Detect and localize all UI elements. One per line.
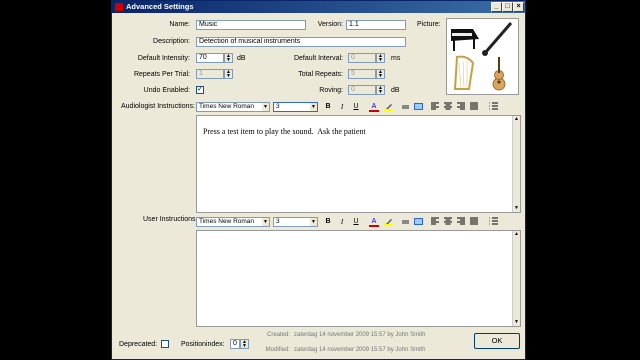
name-field[interactable]: Music xyxy=(196,20,306,30)
bold-button[interactable]: B xyxy=(323,102,333,112)
image-icon[interactable] xyxy=(413,217,423,227)
title-bar[interactable]: Advanced Settings _ □ × xyxy=(112,1,525,13)
image-icon[interactable] xyxy=(413,102,423,112)
roving-field[interactable]: 0 xyxy=(348,85,376,95)
app-icon xyxy=(115,3,123,11)
align-right-icon[interactable] xyxy=(456,217,466,227)
audiologist-text: Press a test item to play the sound. Ask… xyxy=(203,127,368,136)
bold-button[interactable]: B xyxy=(323,217,333,227)
version-field[interactable]: 1.1 xyxy=(346,20,406,30)
roving-spinner[interactable]: ▲ ▼ xyxy=(376,85,385,95)
chevron-down-icon: ▼ xyxy=(310,103,317,111)
audiologist-editor[interactable]: Press a test item to play the sound. Ask… xyxy=(196,115,521,213)
highlight-icon[interactable] xyxy=(383,102,393,112)
user-toolbar: Times New Roman ▼ 3 ▼ B I U A xyxy=(196,216,516,229)
created-value: zaterdag 14 november 2009 15:57 by John … xyxy=(294,332,426,338)
size-select[interactable]: 3 ▼ xyxy=(273,217,318,227)
advanced-settings-window: Advanced Settings _ □ × Name: Music Vers… xyxy=(111,0,526,360)
default-interval-spinner[interactable]: ▲ ▼ xyxy=(376,53,385,63)
italic-button[interactable]: I xyxy=(337,102,347,112)
position-index-label: Positionindex: xyxy=(181,341,225,348)
underline-button[interactable]: U xyxy=(351,217,361,227)
justify-icon[interactable] xyxy=(469,217,479,227)
eraser-icon[interactable] xyxy=(400,102,410,112)
total-repeats-label: Total Repeats: xyxy=(298,71,343,78)
align-left-icon[interactable] xyxy=(430,217,440,227)
intensity-unit: dB xyxy=(237,55,246,62)
audiologist-scrollbar[interactable]: ▲ ▼ xyxy=(512,116,520,212)
align-center-icon[interactable] xyxy=(443,217,453,227)
modified-label: Modified: xyxy=(265,347,290,353)
scroll-down-icon[interactable]: ▼ xyxy=(513,205,520,212)
minimize-button[interactable]: _ xyxy=(491,2,502,12)
repeats-per-trial-label: Repeats Per Trial: xyxy=(133,71,190,78)
font-select-value: Times New Roman xyxy=(199,103,255,110)
maximize-button[interactable]: □ xyxy=(502,2,513,12)
roving-unit: dB xyxy=(391,87,400,94)
eraser-icon[interactable] xyxy=(400,217,410,227)
repeats-per-trial-spinner[interactable]: ▲ ▼ xyxy=(224,69,233,79)
font-color-button[interactable]: A xyxy=(369,217,379,227)
font-select-value: Times New Roman xyxy=(199,218,255,225)
scroll-down-icon[interactable]: ▼ xyxy=(513,319,520,326)
chevron-down-icon: ▼ xyxy=(262,103,269,111)
underline-button[interactable]: U xyxy=(351,102,361,112)
picture-label: Picture: xyxy=(417,21,441,28)
italic-button[interactable]: I xyxy=(337,217,347,227)
total-repeats-spinner[interactable]: ▲ ▼ xyxy=(376,69,385,79)
size-select[interactable]: 3 ▼ xyxy=(273,102,318,112)
total-repeats-field[interactable]: 5 xyxy=(348,69,376,79)
deprecated-label: Deprecated: xyxy=(119,341,158,348)
version-label: Version: xyxy=(317,21,343,28)
interval-unit: ms xyxy=(391,55,401,62)
justify-icon[interactable] xyxy=(469,102,479,112)
user-scrollbar[interactable]: ▲ ▼ xyxy=(512,231,520,326)
scroll-up-icon[interactable]: ▲ xyxy=(513,116,520,123)
align-left-icon[interactable] xyxy=(430,102,440,112)
font-select[interactable]: Times New Roman ▼ xyxy=(196,217,270,227)
undo-enabled-label: Undo Enabled: xyxy=(143,87,190,94)
close-button[interactable]: × xyxy=(513,2,524,12)
position-index-field[interactable]: 0 xyxy=(230,339,240,349)
audiologist-toolbar: Times New Roman ▼ 3 ▼ B I U A xyxy=(196,101,516,114)
size-select-value: 3 xyxy=(276,103,280,110)
scroll-up-icon[interactable]: ▲ xyxy=(513,231,520,238)
default-intensity-spinner[interactable]: ▲ ▼ xyxy=(224,53,233,63)
numbered-list-icon[interactable] xyxy=(488,217,498,227)
font-color-button[interactable]: A xyxy=(369,102,379,112)
user-editor[interactable]: ▲ ▼ xyxy=(196,230,521,327)
musical-instruments-image xyxy=(451,22,513,91)
window-title: Advanced Settings xyxy=(126,2,194,11)
deprecated-checkbox[interactable] xyxy=(161,340,169,348)
align-center-icon[interactable] xyxy=(443,102,453,112)
chevron-down-icon: ▼ xyxy=(310,218,317,226)
roving-label: Roving: xyxy=(319,87,343,94)
font-select[interactable]: Times New Roman ▼ xyxy=(196,102,270,112)
default-interval-field[interactable]: 0 xyxy=(348,53,376,63)
default-intensity-label: Default Intensity: xyxy=(137,55,190,62)
user-instructions-label: User Instructions: xyxy=(143,216,198,223)
size-select-value: 3 xyxy=(276,218,280,225)
audiologist-instructions-label: Audiologist Instructions: xyxy=(121,103,195,110)
picture-box[interactable] xyxy=(446,18,519,95)
description-label: Description: xyxy=(153,38,190,45)
ok-button[interactable]: OK xyxy=(474,333,520,349)
highlight-icon[interactable] xyxy=(383,217,393,227)
default-interval-label: Default Interval: xyxy=(293,55,343,62)
chevron-down-icon: ▼ xyxy=(262,218,269,226)
numbered-list-icon[interactable] xyxy=(488,102,498,112)
default-intensity-field[interactable]: 70 xyxy=(196,53,224,63)
align-right-icon[interactable] xyxy=(456,102,466,112)
position-index-spinner[interactable]: ▲ ▼ xyxy=(240,339,249,349)
undo-enabled-checkbox[interactable]: ✓ xyxy=(196,86,204,94)
repeats-per-trial-field[interactable]: 1 xyxy=(196,69,224,79)
modified-value: zaterdag 14 november 2009 15:57 by John … xyxy=(294,347,426,353)
name-label: Name: xyxy=(169,21,190,28)
description-field[interactable]: Detection of musical instruments xyxy=(196,37,406,47)
created-label: Created: xyxy=(266,332,290,338)
